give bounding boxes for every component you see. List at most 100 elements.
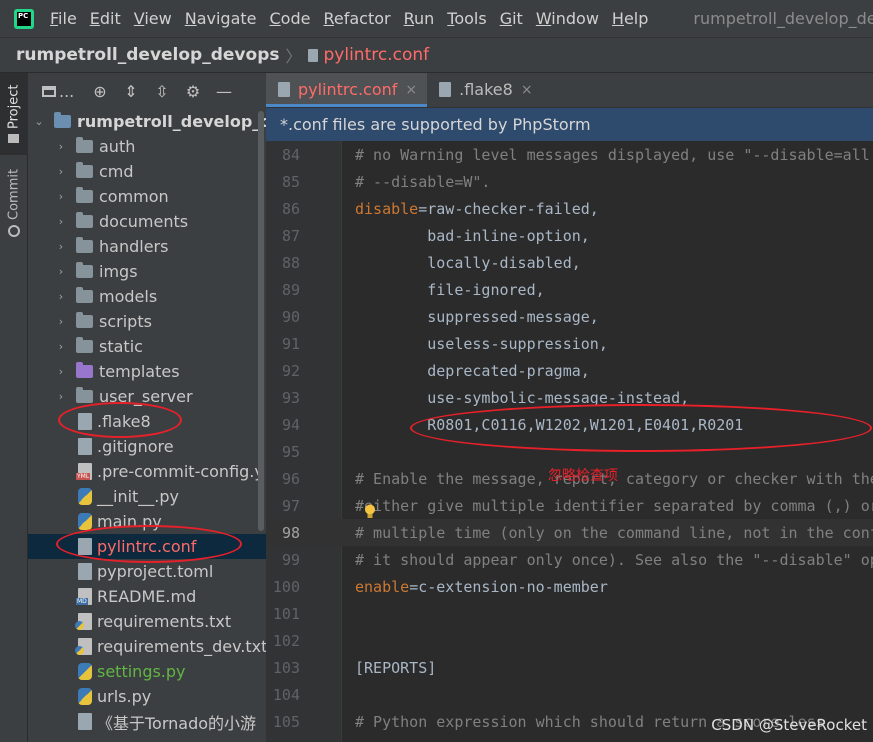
tree-item[interactable]: › cmd <box>28 159 266 184</box>
tree-item[interactable]: .gitignore <box>28 434 266 459</box>
tab-pylintrc-conf[interactable]: pylintrc.conf × <box>266 73 428 107</box>
close-icon[interactable]: × <box>521 82 533 98</box>
menu-navigate[interactable]: Navigate <box>185 9 257 28</box>
chevron-right-icon[interactable]: › <box>54 315 68 328</box>
menu-git[interactable]: Git <box>500 9 523 28</box>
menu-edit[interactable]: Edit <box>90 9 121 28</box>
tree-item[interactable]: › documents <box>28 209 266 234</box>
close-icon[interactable]: × <box>405 82 417 98</box>
requirements-file-icon <box>75 638 92 655</box>
collapse-all-icon[interactable]: ⇳ <box>153 82 171 101</box>
chevron-right-icon[interactable]: › <box>54 265 68 278</box>
tree-item[interactable]: urls.py <box>28 684 266 709</box>
tree-item[interactable]: main.py <box>28 509 266 534</box>
code-line[interactable]: 97 #either give multiple identifier separ… <box>266 492 873 519</box>
lightbulb-icon[interactable] <box>364 504 376 519</box>
tab-flake8[interactable]: .flake8 × <box>427 73 542 107</box>
chevron-right-icon[interactable]: › <box>54 215 68 228</box>
code-line[interactable]: 94 R0801,C0116,W1202,W1201,E0401,R0201 <box>266 411 873 438</box>
code-text: # it should appear only once). See also … <box>355 550 873 569</box>
tree-item[interactable]: › imgs <box>28 259 266 284</box>
menu-help[interactable]: Help <box>612 9 648 28</box>
tree-item[interactable]: pylintrc.conf <box>28 534 266 559</box>
chevron-right-icon[interactable]: › <box>54 165 68 178</box>
code-line[interactable]: 98 # multiple time (only on the command l… <box>266 519 873 546</box>
chevron-right-icon[interactable]: › <box>54 365 68 378</box>
menu-refactor[interactable]: Refactor <box>323 9 390 28</box>
code-line[interactable]: 89 file-ignored, <box>266 276 873 303</box>
code-area[interactable]: 84 # no Warning level messages displayed,… <box>266 141 873 742</box>
code-line[interactable]: 100 enable=c-extension-no-member <box>266 573 873 600</box>
tree-item[interactable]: ⌄ rumpetroll_develop_de <box>28 109 266 134</box>
code-line[interactable]: 99 # it should appear only once). See als… <box>266 546 873 573</box>
commit-tool-button[interactable]: Commit <box>0 165 28 241</box>
chevron-down-icon[interactable]: ⌄ <box>32 115 46 128</box>
equals-sign: = <box>409 577 419 596</box>
line-number: 92 <box>281 361 300 380</box>
tree-item[interactable]: › static <box>28 334 266 359</box>
locate-icon[interactable]: ⊕ <box>91 82 109 101</box>
menu-file[interactable]: File <box>50 9 77 28</box>
line-number: 96 <box>281 469 300 488</box>
tree-item[interactable]: 《基于Tornado的小游 <box>28 709 266 734</box>
code-line[interactable]: 95 <box>266 438 873 465</box>
breadcrumb-file[interactable]: pylintrc.conf <box>324 45 430 65</box>
code-text: file-ignored, <box>355 280 545 299</box>
code-line[interactable]: 103 [REPORTS] <box>266 654 873 681</box>
phpstorm-logo-icon: PC <box>14 8 34 29</box>
code-line[interactable]: 84 # no Warning level messages displayed,… <box>266 141 873 168</box>
code-line[interactable]: 104 <box>266 681 873 708</box>
tree-item[interactable]: pyproject.toml <box>28 559 266 584</box>
chevron-right-icon[interactable]: › <box>54 140 68 153</box>
code-line[interactable]: 91 useless-suppression, <box>266 330 873 357</box>
tree-item[interactable]: › user_server <box>28 384 266 409</box>
menu-window[interactable]: Window <box>536 9 599 28</box>
chevron-right-icon[interactable]: › <box>54 340 68 353</box>
tree-item[interactable]: settings.py <box>28 659 266 684</box>
tree-item[interactable]: › handlers <box>28 234 266 259</box>
chevron-right-icon[interactable]: › <box>54 240 68 253</box>
chevron-right-icon[interactable]: › <box>54 290 68 303</box>
window-icon <box>42 85 56 97</box>
tree-item[interactable]: › templates <box>28 359 266 384</box>
code-line[interactable]: 86 disable=raw-checker-failed, <box>266 195 873 222</box>
minimize-icon[interactable]: — <box>215 82 233 101</box>
tree-item[interactable]: __init__.py <box>28 484 266 509</box>
tree-item[interactable]: .pre-commit-config.y <box>28 459 266 484</box>
project-tool-button[interactable]: Project <box>0 73 28 155</box>
code-line[interactable]: 93 use-symbolic-message-instead, <box>266 384 873 411</box>
code-line[interactable]: 101 <box>266 600 873 627</box>
tree-item[interactable]: › scripts <box>28 309 266 334</box>
menu-run[interactable]: Run <box>404 9 435 28</box>
tree-item[interactable]: › models <box>28 284 266 309</box>
tree-item[interactable]: requirements.txt <box>28 609 266 634</box>
tree-item[interactable]: › auth <box>28 134 266 159</box>
panel-scrollbar[interactable] <box>256 109 266 742</box>
code-line[interactable]: 87 bad-inline-option, <box>266 222 873 249</box>
menu-code[interactable]: Code <box>270 9 311 28</box>
file-icon <box>78 563 92 580</box>
code-text: use-symbolic-message-instead, <box>355 388 690 407</box>
code-line[interactable]: 102 <box>266 627 873 654</box>
menu-view[interactable]: View <box>134 9 172 28</box>
scrollbar-thumb[interactable] <box>258 111 264 531</box>
tree-item[interactable]: README.md <box>28 584 266 609</box>
folder-icon <box>76 212 93 228</box>
tree-item[interactable]: .flake8 <box>28 409 266 434</box>
code-line[interactable]: 92 deprecated-pragma, <box>266 357 873 384</box>
gear-icon[interactable]: ⚙ <box>184 82 202 101</box>
project-panel-toolbar: ... ⊕ ⇕ ⇳ ⚙ — <box>28 73 266 109</box>
tree-item[interactable]: requirements_dev.txt <box>28 634 266 659</box>
line-number: 104 <box>272 685 300 704</box>
tree-item[interactable]: › common <box>28 184 266 209</box>
breadcrumb-project[interactable]: rumpetroll_develop_devops <box>16 45 279 65</box>
line-number: 99 <box>281 550 300 569</box>
menu-tools[interactable]: Tools <box>447 9 486 28</box>
expand-all-icon[interactable]: ⇕ <box>122 82 140 101</box>
code-line[interactable]: 88 locally-disabled, <box>266 249 873 276</box>
chevron-right-icon[interactable]: › <box>54 190 68 203</box>
code-line[interactable]: 90 suppressed-message, <box>266 303 873 330</box>
code-line[interactable]: 85 # --disable=W". <box>266 168 873 195</box>
chevron-right-icon[interactable]: › <box>54 390 68 403</box>
project-view-dropdown[interactable]: ... <box>42 82 78 101</box>
